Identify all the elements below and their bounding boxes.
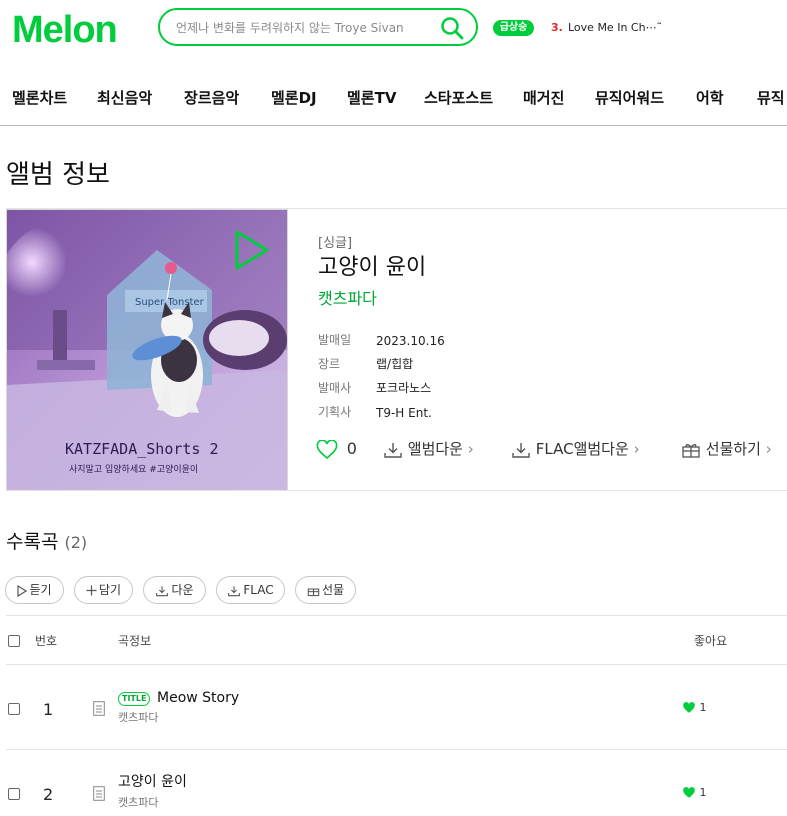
download-icon	[156, 585, 169, 596]
cover-subtitle-text: 사지말고 입양하세요 #고양이윤이	[69, 463, 198, 475]
tracklist-title: 수록곡	[6, 531, 59, 553]
main-nav: 멜론차트 최신음악 장르음악 멜론DJ 멜론TV 스타포스트 매거진 뮤직어워드…	[0, 84, 787, 112]
add-label: 담기	[98, 583, 122, 597]
search-icon[interactable]	[440, 16, 464, 40]
chevron-right-icon: ›	[765, 440, 772, 458]
meta-genre-value: 랩/힙합	[376, 357, 414, 371]
flac-album-download-button[interactable]: FLAC앨범다운 ›	[511, 438, 640, 460]
album-title: 고양이 윤이	[318, 255, 427, 280]
select-all-checkbox[interactable]	[8, 635, 20, 647]
album-download-button[interactable]: 앨범다운 ›	[383, 438, 474, 460]
nav-item-latest-music[interactable]: 최신음악	[97, 84, 152, 112]
melon-logo[interactable]: Melon	[12, 8, 118, 52]
flac-album-download-label: FLAC앨범다운	[535, 440, 629, 458]
listen-label: 듣기	[29, 583, 52, 597]
play-album-icon[interactable]	[234, 229, 270, 271]
tracklist-count: (2)	[64, 533, 88, 552]
meta-release-date-label: 발매일	[318, 333, 352, 347]
table-header-border	[6, 664, 787, 665]
download-icon	[228, 585, 241, 596]
flac-label: FLAC	[243, 583, 274, 597]
album-download-label: 앨범다운	[407, 440, 463, 458]
rising-song-link[interactable]: Love Me In Ch⋯˜	[568, 20, 662, 36]
track-2-like-count: 1	[699, 786, 707, 799]
table-top-border	[6, 615, 787, 616]
rising-badge: 급상승	[493, 20, 534, 36]
rising-rank: 3.	[551, 21, 563, 34]
nav-item-star-post[interactable]: 스타포스트	[424, 84, 493, 112]
track-2-checkbox[interactable]	[8, 788, 20, 800]
album-like-button[interactable]: 0	[316, 438, 357, 460]
nav-item-magazine[interactable]: 매거진	[523, 84, 564, 112]
track-2-title[interactable]: 고양이 윤이	[118, 773, 187, 791]
page-title: 앨범 정보	[6, 160, 110, 190]
gift-album-button[interactable]: 선물하기 ›	[681, 438, 772, 460]
gift-album-label: 선물하기	[705, 440, 761, 458]
song-info-icon[interactable]	[93, 786, 105, 801]
track-1-like-button[interactable]: 1	[682, 701, 707, 715]
nav-divider	[0, 125, 787, 126]
heart-outline-icon	[316, 438, 338, 459]
chevron-right-icon: ›	[633, 440, 640, 458]
download-button[interactable]: 다운	[143, 576, 206, 604]
download-label: 다운	[171, 583, 194, 597]
meta-agency-label: 기획사	[318, 405, 352, 419]
flac-button[interactable]: FLAC	[216, 576, 285, 604]
meta-release-date-value: 2023.10.16	[376, 334, 445, 348]
track-2-like-button[interactable]: 1	[682, 786, 707, 800]
add-button[interactable]: 담기	[74, 576, 133, 604]
gift-icon	[682, 443, 700, 458]
track-1-artist[interactable]: 캣츠파다	[118, 711, 158, 725]
table-row-border	[6, 749, 787, 750]
nav-item-melon-chart[interactable]: 멜론차트	[12, 84, 67, 112]
album-info-divider	[6, 490, 787, 491]
nav-item-melon-tv[interactable]: 멜론TV	[347, 84, 396, 112]
chevron-right-icon: ›	[467, 440, 474, 458]
track-1-checkbox[interactable]	[8, 703, 20, 715]
heart-icon	[683, 787, 695, 798]
search-input[interactable]	[176, 18, 436, 38]
search-box	[158, 8, 478, 46]
album-type: [싱글]	[318, 236, 353, 251]
plus-icon	[86, 585, 97, 596]
cover-title-text: KATZFADA_Shorts 2	[65, 440, 219, 458]
track-1-number: 1	[43, 700, 54, 719]
song-info-icon[interactable]	[93, 701, 105, 716]
album-artist-link[interactable]: 캣츠파다	[318, 289, 377, 309]
nav-item-music-awards[interactable]: 뮤직어워드	[595, 84, 664, 112]
cover-box-text: Super Tonster	[135, 297, 205, 308]
meta-genre-label: 장르	[318, 357, 341, 371]
album-like-count: 0	[346, 439, 357, 458]
download-icon	[512, 442, 530, 458]
column-header-info: 곡정보	[118, 634, 152, 648]
nav-item-melon-dj[interactable]: 멜론DJ	[271, 84, 317, 112]
meta-agency-value: T9-H Ent.	[376, 406, 432, 420]
column-header-like: 좋아요	[694, 634, 728, 648]
nav-item-music-more[interactable]: 뮤직	[757, 84, 785, 112]
gift-icon	[307, 588, 320, 596]
nav-item-genre-music[interactable]: 장르음악	[184, 84, 239, 112]
gift-label: 선물	[321, 583, 345, 597]
nav-item-language[interactable]: 어학	[696, 84, 724, 112]
track-1-like-count: 1	[699, 701, 707, 714]
download-icon	[384, 442, 402, 458]
gift-button[interactable]: 선물	[295, 576, 356, 604]
track-1-title[interactable]: Meow Story	[157, 689, 239, 707]
track-2-number: 2	[43, 785, 54, 804]
heart-icon	[683, 702, 695, 713]
meta-publisher-label: 발매사	[318, 381, 352, 395]
listen-button[interactable]: 듣기	[5, 576, 64, 604]
tracklist-heading: 수록곡 (2)	[6, 529, 87, 556]
title-track-badge: TITLE	[118, 692, 151, 706]
column-header-number: 번호	[35, 634, 58, 648]
play-icon	[17, 584, 28, 597]
meta-publisher-value: 포크라노스	[376, 381, 432, 395]
track-2-artist[interactable]: 캣츠파다	[118, 796, 158, 810]
